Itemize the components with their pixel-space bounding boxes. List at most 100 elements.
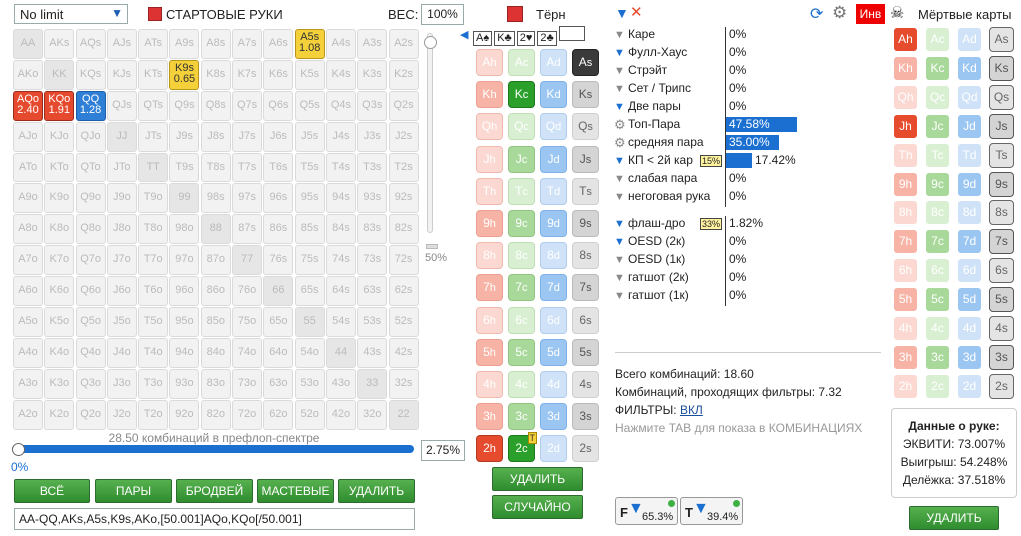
turn-card-Ac[interactable]: Ac <box>508 49 535 76</box>
range-cell-85o[interactable]: 85o <box>200 307 231 337</box>
turn-delete-button[interactable]: УДАЛИТЬ <box>492 467 583 491</box>
dead-card-Th[interactable]: Th <box>893 142 918 168</box>
range-cell-K9o[interactable]: K9o <box>44 183 75 214</box>
turn-card-5s[interactable]: 5s <box>572 338 599 366</box>
dead-card-Qc[interactable]: Qc <box>925 84 950 110</box>
collapse-left-icon[interactable]: ◀ <box>460 28 468 41</box>
range-cell-Q6s[interactable]: Q6s <box>263 90 294 121</box>
range-cell-T5o[interactable]: T5o <box>138 307 169 337</box>
range-cell-Q5o[interactable]: Q5o <box>75 307 106 337</box>
range-cell-63s[interactable]: 63s <box>357 276 388 307</box>
stat-row[interactable]: ▼ Стрэйт 0% <box>614 62 884 79</box>
range-cell-62o[interactable]: 62o <box>263 399 294 430</box>
range-cell-JTo[interactable]: JTo <box>106 152 137 183</box>
stat-row[interactable]: ▼ OESD (1к) 0% <box>614 251 884 268</box>
range-cell-93s[interactable]: 93s <box>357 183 388 214</box>
range-cell-J3s[interactable]: J3s <box>357 121 388 152</box>
range-cell-A3o[interactable]: A3o <box>13 368 43 399</box>
turn-card-Ts[interactable]: Ts <box>572 177 599 205</box>
dead-card-4s[interactable]: 4s <box>989 316 1014 341</box>
dead-card-8s[interactable]: 8s <box>989 200 1014 226</box>
range-cell-KK[interactable]: KK <box>44 59 75 90</box>
pairs-button[interactable]: ПАРЫ <box>95 479 172 503</box>
range-cell-J3o[interactable]: J3o <box>106 368 137 399</box>
turn-card-3h[interactable]: 3h <box>476 403 503 431</box>
range-cell-K8s[interactable]: K8s <box>200 59 231 90</box>
range-cell-K7s[interactable]: K7s <box>232 59 263 90</box>
range-cell-96s[interactable]: 96s <box>263 183 294 214</box>
turn-card-Kd[interactable]: Kd <box>540 81 567 109</box>
filter-icon[interactable]: ▼ <box>614 45 626 62</box>
turn-card-6c[interactable]: 6c <box>508 306 535 334</box>
turn-card-Jh[interactable]: Jh <box>476 145 503 173</box>
dead-card-Td[interactable]: Td <box>957 142 982 168</box>
range-cell-55[interactable]: 55 <box>294 307 325 337</box>
range-cell-66[interactable]: 66 <box>263 276 294 307</box>
range-cell-86o[interactable]: 86o <box>200 276 231 307</box>
turn-random-button[interactable]: СЛУЧАЙНО <box>492 495 583 519</box>
range-cell-AKs[interactable]: AKs <box>44 29 75 59</box>
weight-slider-handle[interactable] <box>424 36 437 49</box>
turn-card-9c[interactable]: 9c <box>508 210 535 237</box>
range-cell-QQ[interactable]: QQ 1.28 <box>75 90 106 121</box>
filter-icon[interactable]: ▼ <box>614 216 626 233</box>
filter-icon[interactable]: ▼ <box>614 81 626 98</box>
turn-card-8c[interactable]: 8c <box>508 242 535 270</box>
range-cell-99[interactable]: 99 <box>169 183 200 214</box>
range-cell-T2s[interactable]: T2s <box>388 152 419 183</box>
range-cell-T7o[interactable]: T7o <box>138 245 169 276</box>
stat-row[interactable]: ▼ Две пары 0% <box>614 98 884 115</box>
range-cell-A5o[interactable]: A5o <box>13 307 43 337</box>
range-cell-QJo[interactable]: QJo <box>75 121 106 152</box>
dead-card-7s[interactable]: 7s <box>989 229 1014 255</box>
stat-row[interactable]: ▼ негоговая рука 0% <box>614 188 884 205</box>
range-cell-A7s[interactable]: A7s <box>232 29 263 59</box>
range-cell-Q4o[interactable]: Q4o <box>75 337 106 368</box>
range-cell-Q4s[interactable]: Q4s <box>325 90 356 121</box>
turn-card-5h[interactable]: 5h <box>476 338 503 366</box>
range-cell-98s[interactable]: 98s <box>200 183 231 214</box>
range-cell-63o[interactable]: 63o <box>263 368 294 399</box>
filter-icon[interactable]: ▼ <box>615 5 629 21</box>
range-cell-Q7o[interactable]: Q7o <box>75 245 106 276</box>
range-cell-T4o[interactable]: T4o <box>138 337 169 368</box>
turn-card-8d[interactable]: 8d <box>540 242 567 270</box>
range-cell-K2s[interactable]: K2s <box>388 59 419 90</box>
range-cell-J9o[interactable]: J9o <box>106 183 137 214</box>
range-cell-74s[interactable]: 74s <box>325 245 356 276</box>
turn-card-6s[interactable]: 6s <box>572 306 599 334</box>
dead-card-6h[interactable]: 6h <box>893 258 918 284</box>
range-cell-33[interactable]: 33 <box>357 368 388 399</box>
range-cell-97s[interactable]: 97s <box>232 183 263 214</box>
range-cell-K4s[interactable]: K4s <box>325 59 356 90</box>
range-cell-43s[interactable]: 43s <box>357 337 388 368</box>
range-cell-T7s[interactable]: T7s <box>232 152 263 183</box>
range-cell-75o[interactable]: 75o <box>232 307 263 337</box>
range-cell-A9o[interactable]: A9o <box>13 183 43 214</box>
filter-icon[interactable]: ▼ <box>614 270 626 287</box>
range-cell-J4s[interactable]: J4s <box>325 121 356 152</box>
all-button[interactable]: ВСЁ <box>14 479 90 503</box>
dead-card-Ah[interactable]: Ah <box>893 27 918 52</box>
range-cell-K6s[interactable]: K6s <box>263 59 294 90</box>
dead-card-Jh[interactable]: Jh <box>893 113 918 139</box>
range-cell-A6o[interactable]: A6o <box>13 276 43 307</box>
range-cell-J6s[interactable]: J6s <box>263 121 294 152</box>
range-cell-T8s[interactable]: T8s <box>200 152 231 183</box>
stat-row[interactable]: ▼ гатшот (2к) 0% <box>614 269 884 286</box>
dead-card-As[interactable]: As <box>989 27 1014 52</box>
stat-row[interactable]: ▼ гатшот (1к) 0% <box>614 287 884 304</box>
range-cell-92o[interactable]: 92o <box>169 399 200 430</box>
range-cell-88[interactable]: 88 <box>200 214 231 245</box>
range-cell-87o[interactable]: 87o <box>200 245 231 276</box>
range-cell-85s[interactable]: 85s <box>294 214 325 245</box>
range-cell-K2o[interactable]: K2o <box>44 399 75 430</box>
dead-card-Ks[interactable]: Ks <box>989 55 1014 81</box>
range-cell-52o[interactable]: 52o <box>294 399 325 430</box>
range-cell-J7s[interactable]: J7s <box>232 121 263 152</box>
range-cell-T6s[interactable]: T6s <box>263 152 294 183</box>
filter-icon[interactable]: ▼ <box>614 252 626 269</box>
range-cell-94s[interactable]: 94s <box>325 183 356 214</box>
starting-hands-header[interactable]: СТАРТОВЫЕ РУКИ <box>148 7 283 22</box>
delete-range-button[interactable]: УДАЛИТЬ <box>338 479 415 503</box>
